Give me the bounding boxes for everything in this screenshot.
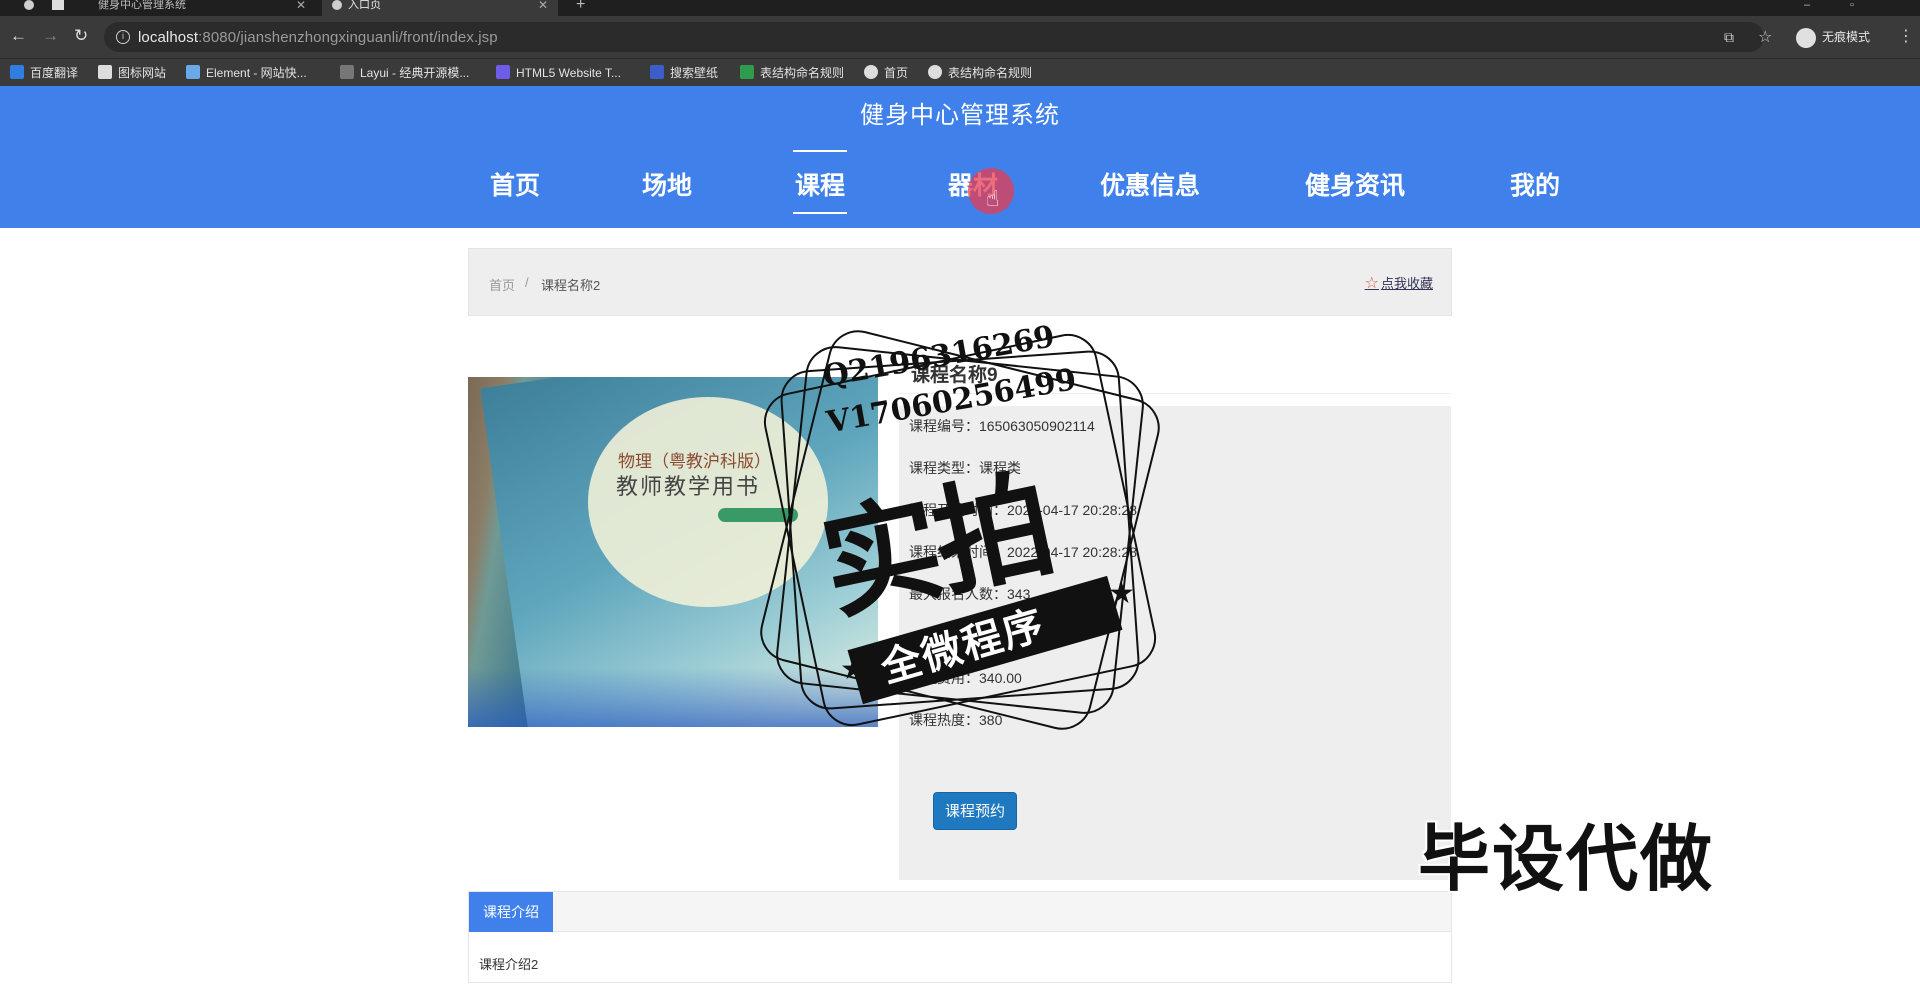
minimize-icon[interactable]: –: [1804, 0, 1818, 16]
layui-icon: [340, 65, 354, 79]
breadcrumb-current: 课程名称2: [541, 278, 601, 293]
address-bar: ← → ↻ i localhost:8080/jianshenzhongxing…: [0, 16, 1920, 58]
site-title: 健身中心管理系统: [860, 102, 1060, 129]
close-icon[interactable]: ✕: [296, 0, 306, 11]
star-icon: ★: [840, 653, 867, 686]
flag-icon: [98, 65, 112, 79]
browser-menu-icon[interactable]: [14, 0, 38, 16]
main-nav: 首页 场地 课程 器材 优惠信息 健身资讯 我的: [0, 128, 1920, 228]
tab-1[interactable]: 健身中心管理系统 ✕: [86, 0, 316, 16]
bookmark-item[interactable]: 百度翻译: [10, 65, 78, 81]
nav-home[interactable]: 首页: [490, 166, 540, 202]
translate-icon[interactable]: ⧉: [1724, 29, 1734, 46]
incognito-indicator[interactable]: 无痕模式: [1796, 25, 1870, 49]
back-icon[interactable]: ←: [10, 27, 27, 44]
book-course-button[interactable]: 课程预约: [933, 792, 1017, 830]
tab-course-intro[interactable]: 课程介绍: [469, 892, 553, 932]
incognito-icon: [1796, 27, 1816, 48]
breadcrumb-separator: /: [525, 275, 529, 290]
bookmark-item[interactable]: HTML5 Website T...: [496, 65, 621, 81]
bookmark-item[interactable]: Element - 网站快...: [186, 65, 307, 81]
globe-icon: [332, 0, 342, 10]
new-tab-button[interactable]: +: [576, 0, 596, 16]
forward-icon[interactable]: →: [42, 27, 59, 44]
nav-fitness-news[interactable]: 健身资讯: [1305, 166, 1405, 202]
bookmark-item[interactable]: 表结构命名规则: [928, 65, 1032, 81]
tab-2[interactable]: 入口页 ✕: [322, 0, 558, 16]
watermark-bottom-text: 毕设代做: [1418, 820, 1715, 900]
favorite-link[interactable]: ☆ 点我收藏: [1365, 273, 1433, 293]
site-title-bar: 健身中心管理系统: [0, 86, 1920, 129]
star-icon: ★: [1108, 577, 1135, 610]
nav-mine[interactable]: 我的: [1510, 166, 1560, 202]
sheet-icon: [740, 65, 754, 79]
maximize-icon[interactable]: ▫: [1850, 0, 1864, 16]
url-text[interactable]: localhost:8080/jianshenzhongxinguanli/fr…: [138, 29, 498, 46]
bookmark-item[interactable]: 首页: [864, 65, 908, 81]
window-icon: [50, 0, 66, 16]
globe-icon: [928, 65, 942, 79]
element-icon: [186, 65, 200, 79]
breadcrumb-home[interactable]: 首页: [489, 275, 515, 294]
more-menu-icon[interactable]: ⋮: [1898, 26, 1914, 46]
nav-course[interactable]: 课程: [792, 150, 848, 214]
bookmark-item[interactable]: 搜索壁纸: [650, 65, 718, 81]
hand-cursor-icon: ☝: [986, 186, 1000, 211]
globe-icon: [864, 65, 878, 79]
reload-icon[interactable]: ↻: [74, 27, 88, 44]
html5-icon: [496, 65, 510, 79]
wallpaper-icon: [650, 65, 664, 79]
url-bar[interactable]: i localhost:8080/jianshenzhongxinguanli/…: [104, 22, 1764, 52]
course-intro-section: 课程介绍 课程介绍2: [468, 891, 1452, 983]
tab-2-title: 入口页: [348, 0, 381, 11]
browser-tab-bar: 健身中心管理系统 ✕ 入口页 ✕ + – ▫: [0, 0, 1920, 16]
bookmarks-bar: 百度翻译 图标网站 Element - 网站快... Layui - 经典开源模…: [0, 58, 1920, 86]
course-intro-text: 课程介绍2: [479, 957, 539, 972]
close-icon[interactable]: ✕: [538, 0, 548, 11]
tab-1-title: 健身中心管理系统: [98, 0, 186, 11]
nav-promotions[interactable]: 优惠信息: [1100, 166, 1200, 202]
bookmark-item[interactable]: 图标网站: [98, 65, 166, 81]
bookmark-item[interactable]: 表结构命名规则: [740, 65, 844, 81]
bookmark-item[interactable]: Layui - 经典开源模...: [340, 65, 469, 81]
star-icon: ☆: [1364, 275, 1379, 292]
info-icon[interactable]: i: [116, 30, 130, 44]
star-icon[interactable]: ☆: [1758, 27, 1772, 47]
watermark-stamp: Q2196316269 V17060256499 实拍 全微程序 ★ ★: [720, 290, 1200, 770]
translate-icon: [10, 65, 24, 79]
nav-venue[interactable]: 场地: [642, 166, 692, 202]
intro-tab-bar: 课程介绍: [469, 892, 1451, 932]
